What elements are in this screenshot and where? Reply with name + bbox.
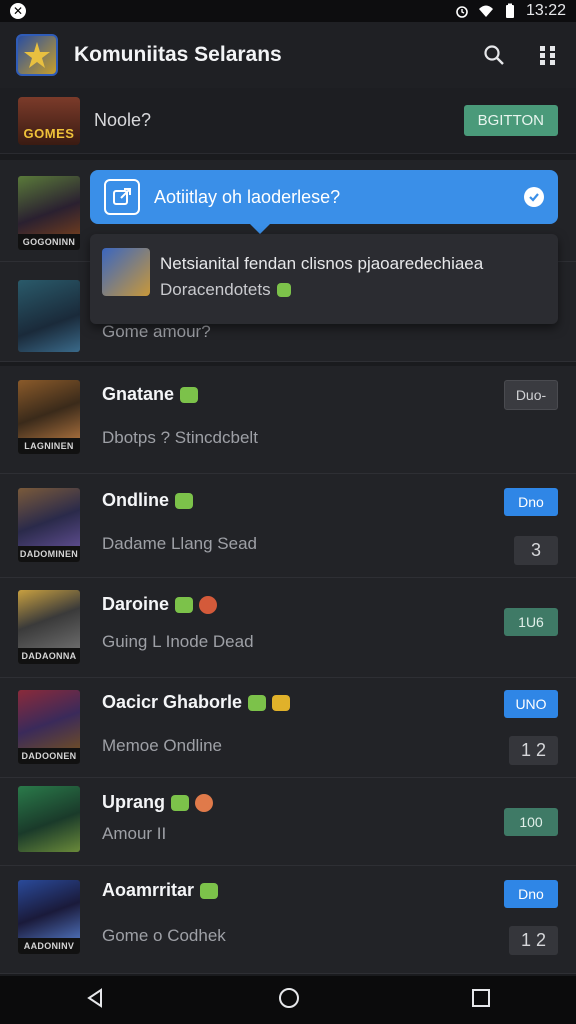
verified-chip-icon — [200, 882, 219, 899]
item-status-badge[interactable]: Duo- — [504, 380, 558, 410]
item-title-text: Gnatane — [102, 384, 175, 404]
item-subtitle: Gome o Codhek — [102, 926, 226, 945]
alarm-icon — [456, 6, 468, 18]
item-status-badge[interactable]: 100 — [504, 808, 558, 836]
app-bar: Komuniitas Selarans — [0, 22, 576, 88]
thumbnail-art — [18, 176, 80, 234]
item-title-text: Oacicr Ghaborle — [102, 692, 243, 712]
header-action-button[interactable]: BGITTON — [463, 105, 558, 136]
thumbnail-caption: GOGONINN — [18, 234, 80, 250]
item-subtitle: Amour II — [102, 824, 167, 843]
list-item[interactable]: LAGNINEN Gnatane Dbotps ? Stincdcbelt Du… — [0, 366, 576, 474]
tooltip-text: Aotiitlay oh laoderlese? — [154, 186, 341, 207]
thumbnail-caption: LAGNINEN — [18, 438, 80, 454]
battery-icon — [505, 3, 514, 18]
game-thumbnail: GOGONINN — [18, 176, 80, 250]
verified-chip-icon — [175, 492, 193, 509]
item-title-text: Aoamrritar — [102, 880, 195, 900]
emoji-chip-icon — [195, 793, 213, 812]
item-subtitle: Dadame Llang Sead — [102, 534, 258, 553]
item-subtitle: Guing L Inode Dead — [102, 632, 254, 651]
notification-line2-text: Doracendotets — [160, 280, 271, 299]
list-item[interactable]: DADOONEN Oacicr Ghaborle Memoe Ondline U… — [0, 678, 576, 778]
list-header-row[interactable]: GOMES Noole? BGITTON — [0, 88, 576, 154]
item-status-badge[interactable]: Dno — [504, 880, 558, 908]
community-list: GOMES Noole? BGITTON — [0, 88, 576, 154]
verified-chip-icon — [175, 596, 194, 613]
item-counter: 1 2 — [508, 736, 558, 765]
nav-bar — [0, 976, 576, 1024]
header-label: Noole? — [94, 110, 152, 130]
status-bar: ✕ 13:22 — [0, 0, 576, 22]
item-counter: 3 — [514, 536, 558, 565]
game-thumbnail: AADONINV — [18, 880, 80, 954]
item-subtitle: Dbotps ? Stincdcbelt — [102, 428, 258, 447]
notification-line1: Netsianital fendan clisnos pjaoaredechia… — [160, 254, 484, 273]
item-title: Oacicr Ghaborle — [102, 692, 291, 713]
thumbnail-caption: DADOONEN — [18, 748, 80, 764]
item-title: Gnatane — [102, 384, 199, 405]
star-chip-icon — [272, 694, 291, 711]
back-icon[interactable] — [85, 987, 107, 1014]
star-emblem-icon — [24, 42, 50, 68]
check-circle-icon[interactable] — [524, 187, 544, 207]
thumbnail-art — [18, 786, 80, 852]
list-item[interactable]: AADONINV Aoamrritar Gome o Codhek Dno 1 … — [0, 866, 576, 974]
game-thumbnail — [18, 280, 80, 352]
item-title-text: Uprang — [102, 792, 165, 812]
thumbnail-art — [18, 590, 80, 648]
game-thumbnail: DADOONEN — [18, 690, 80, 764]
verified-chip-icon — [276, 283, 291, 297]
list-item[interactable]: DADOMINEN Ondline Dadame Llang Sead Dno … — [0, 474, 576, 578]
list-item[interactable]: Uprang Amour II 100 — [0, 778, 576, 866]
thumbnail-caption: DADOMINEN — [18, 546, 80, 562]
thumbnail-caption: AADONINV — [18, 938, 80, 954]
home-icon[interactable] — [277, 986, 301, 1015]
external-link-icon — [104, 179, 140, 215]
search-icon[interactable] — [482, 43, 506, 67]
alert-chip-icon — [199, 595, 218, 614]
notification-line2: Doracendotets — [160, 280, 291, 300]
thumbnail-art — [18, 690, 80, 748]
item-status-badge[interactable]: UNO — [504, 690, 558, 718]
item-title-text: Ondline — [102, 490, 169, 510]
item-status-badge[interactable]: 1U6 — [504, 608, 558, 636]
list-item[interactable]: DADAONNA Daroine Guing L Inode Dead 1U6 — [0, 578, 576, 678]
app-title: Komuniitas Selarans — [74, 43, 282, 66]
game-thumbnail — [18, 786, 80, 852]
verified-chip-icon — [248, 694, 267, 711]
games-logo-text: GOMES — [23, 125, 75, 141]
notification-thumbnail — [102, 248, 150, 296]
item-subtitle: Memoe Ondline — [102, 736, 223, 755]
item-title: Uprang — [102, 792, 213, 813]
thumbnail-art — [18, 880, 80, 938]
x-badge-icon: ✕ — [10, 3, 26, 19]
game-thumbnail: LAGNINEN — [18, 380, 80, 454]
status-time: 13:22 — [525, 2, 566, 19]
item-counter: 1 2 — [508, 926, 558, 955]
grid-menu-icon[interactable] — [536, 43, 560, 67]
game-thumbnail: DADOMINEN — [18, 488, 80, 562]
verified-chip-icon — [171, 794, 189, 811]
wifi-icon — [478, 5, 493, 17]
verified-chip-icon — [180, 386, 199, 403]
game-thumbnail: DADAONNA — [18, 590, 80, 664]
item-title: Aoamrritar — [102, 880, 219, 901]
item-subtitle: Gome amour? — [102, 322, 211, 341]
item-title-text: Daroine — [102, 594, 170, 614]
item-title: Ondline — [102, 490, 193, 511]
item-status-badge[interactable]: Dno — [504, 488, 558, 516]
games-logo: GOMES — [18, 96, 80, 145]
thumbnail-art — [18, 280, 80, 352]
app-logo — [16, 34, 58, 76]
item-title: Daroine — [102, 594, 218, 615]
thumbnail-art — [18, 380, 80, 438]
tooltip-banner[interactable]: Aotiitlay oh laoderlese? — [90, 170, 558, 234]
thumbnail-art — [18, 488, 80, 546]
recents-icon[interactable] — [471, 988, 491, 1013]
thumbnail-caption: DADAONNA — [18, 648, 80, 664]
notification-card[interactable]: Netsianital fendan clisnos pjaoaredechia… — [90, 234, 558, 324]
